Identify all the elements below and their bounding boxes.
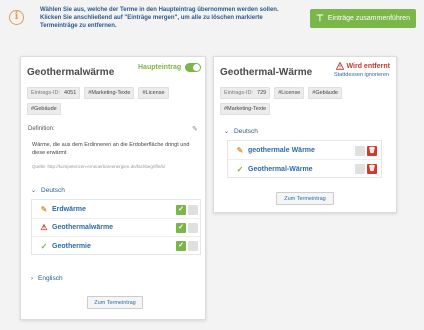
warning-icon: ⚠ [40, 223, 48, 232]
tag[interactable]: #License [274, 87, 305, 99]
term-row: ✓ Geothermie ✓ [32, 237, 200, 255]
term-label: geothermale Wärme [248, 147, 315, 154]
info-line-1: Wählen Sie aus, welche der Terme in den … [40, 7, 279, 13]
definition-label: Definition: [28, 126, 55, 132]
entry-id-tag: Eintrags-ID: 4051 [27, 87, 81, 99]
tag[interactable]: #Gebäude [308, 87, 342, 99]
chevron-down-icon: ⌄ [224, 129, 230, 135]
definition-source: Quelle: http://kompetenzen-erneuerbareen… [32, 164, 166, 169]
tag[interactable]: #License [138, 87, 169, 99]
term-label: Geothermie [52, 242, 91, 250]
term-row: ✎ geothermale Wärme 🗑 [228, 142, 381, 160]
chevron-right-icon: › [31, 275, 33, 282]
card-title: Geothermal-Wärme [220, 67, 313, 78]
card-title: Geothermalwärme [27, 67, 115, 78]
info-text: Wählen Sie aus, welche der Terme in den … [40, 6, 300, 31]
main-entry-label: Haupteintrag [138, 64, 182, 71]
term-secondary-checkbox[interactable] [188, 241, 198, 251]
entry-id-tag: Eintrags-ID: 729 [220, 87, 271, 99]
main-entry-card: Geothermalwärme Haupteintrag Eintrags-ID… [20, 56, 206, 320]
pencil-icon: ✎ [40, 205, 48, 214]
term-row: ✎ Erdwärme ✓ [32, 201, 200, 219]
to-term-entry-button[interactable]: Zum Termeintrag [87, 296, 143, 309]
check-icon: ✓ [236, 164, 244, 174]
term-label: Geothermal-Wärme [248, 165, 313, 173]
section-german[interactable]: ⌄ Deutsch [31, 187, 65, 194]
term-secondary-checkbox[interactable] [188, 204, 198, 215]
edit-definition-icon[interactable]: ✎ [192, 125, 198, 133]
chevron-down-icon: ⌄ [31, 188, 37, 194]
term-checkbox[interactable] [355, 145, 365, 156]
term-checkbox[interactable]: ✓ [176, 204, 186, 215]
term-checkbox[interactable] [355, 164, 365, 174]
merge-entries-button[interactable]: ⊤ Einträge zusammenführen [310, 9, 416, 28]
delete-icon[interactable]: 🗑 [367, 164, 377, 174]
term-label: Geothermalwärme [52, 224, 114, 231]
main-entry-toggle[interactable] [185, 63, 201, 72]
merge-button-label: Einträge zusammenführen [327, 15, 410, 22]
warning-icon [335, 61, 344, 70]
tag[interactable]: #Gebäude [27, 103, 61, 115]
term-label: Erdwärme [52, 206, 86, 213]
merge-icon: ⊤ [316, 13, 324, 23]
definition-text: Wärme, die aus dem Erdinneren an die Erd… [32, 142, 190, 156]
info-line-2: Klicken Sie anschließend auf "Einträge m… [40, 15, 263, 30]
tag[interactable]: #Marketing-Texte [220, 103, 271, 115]
to-term-entry-button[interactable]: Zum Termeintrag [276, 192, 334, 205]
secondary-entry-card: Geothermal-Wärme Wird entfernt Stattdess… [213, 56, 397, 213]
term-row: ⚠ Geothermalwärme ✓ [32, 219, 200, 237]
delete-icon[interactable]: 🗑 [367, 145, 377, 156]
tag[interactable]: #Marketing-Texte [84, 87, 135, 99]
tag-list: Eintrags-ID: 4051 #Marketing-Texte #Licen… [27, 87, 203, 115]
section-german[interactable]: ⌄ Deutsch [224, 128, 258, 135]
check-icon: ✓ [40, 241, 48, 251]
term-list: ✎ Erdwärme ✓ ⚠ Geothermalwärme ✓ ✓ Geoth… [31, 199, 201, 255]
tag-list: Eintrags-ID: 729 #License #Gebäude #Marke… [220, 87, 396, 115]
term-row: ✓ Geothermal-Wärme 🗑 [228, 160, 381, 178]
term-checkbox[interactable]: ✓ [176, 222, 186, 233]
term-checkbox[interactable]: ✓ [176, 241, 186, 251]
section-english[interactable]: › Englisch [31, 275, 63, 282]
removal-status: Wird entfernt [335, 61, 390, 70]
pencil-icon: ✎ [236, 146, 244, 155]
ignore-instead-link[interactable]: Stattdessen ignorieren [334, 72, 389, 78]
term-secondary-checkbox[interactable] [188, 222, 198, 233]
term-list: ✎ geothermale Wärme 🗑 ✓ Geothermal-Wärme… [227, 140, 382, 178]
info-icon: i [9, 10, 24, 25]
